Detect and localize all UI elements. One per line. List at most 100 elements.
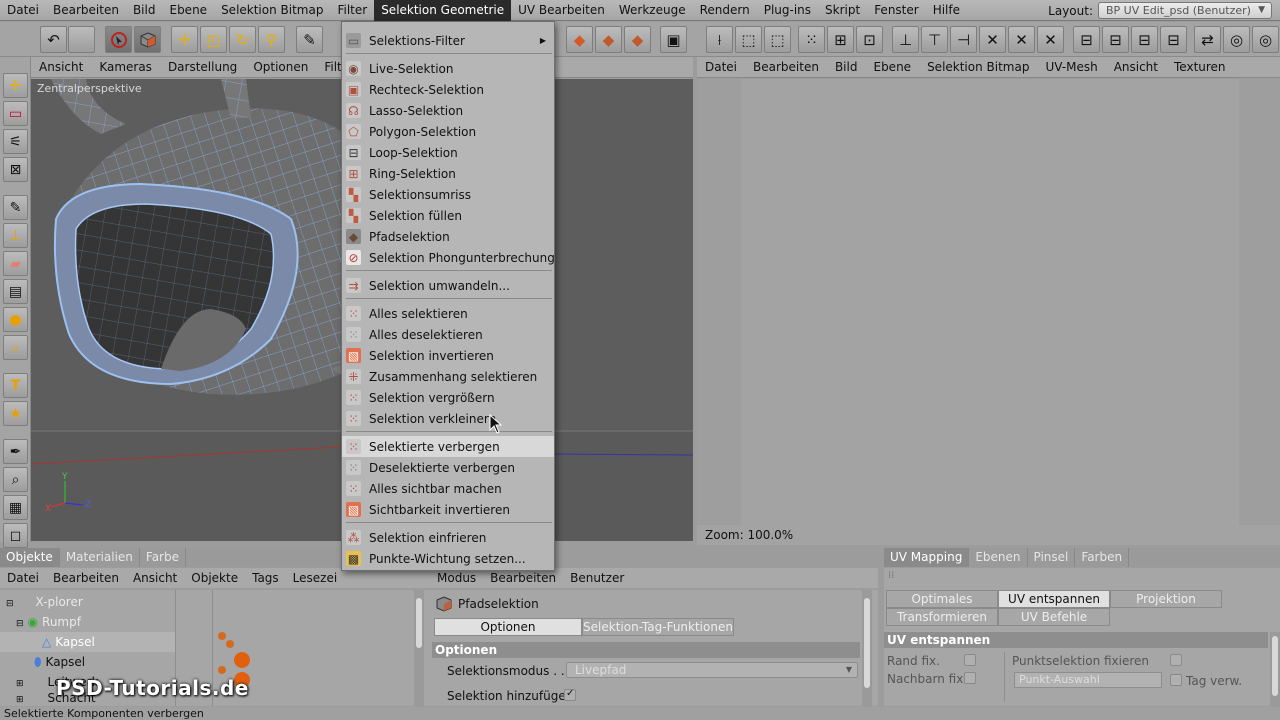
menu-plug-ins[interactable]: Plug-ins bbox=[757, 0, 818, 21]
tab-materialien[interactable]: Materialien bbox=[60, 548, 140, 567]
menu-item-selektionsumriss[interactable]: ▚ Selektionsumriss bbox=[342, 184, 554, 205]
add-selection-checkbox[interactable]: ✓ bbox=[564, 688, 576, 701]
rand-fix-checkbox[interactable] bbox=[964, 654, 976, 666]
uv-menu-selektion-bitmap[interactable]: Selektion Bitmap bbox=[919, 60, 1037, 74]
rect-select-tool-icon[interactable]: ▭ bbox=[3, 101, 28, 126]
uv-tool-2-icon[interactable]: ⬚ bbox=[735, 26, 762, 53]
uv-tool-4-icon[interactable]: ⁙ bbox=[798, 26, 825, 53]
undo-icon[interactable]: ↶ bbox=[40, 26, 67, 53]
menu-uv-bearbeiten[interactable]: UV Bearbeiten bbox=[511, 0, 612, 21]
tab-farbe[interactable]: Farbe bbox=[140, 548, 186, 567]
objects-menu-bearbeiten[interactable]: Bearbeiten bbox=[46, 571, 126, 585]
align-5-icon[interactable]: ✕ bbox=[1008, 26, 1035, 53]
transform-button[interactable]: Transformieren bbox=[886, 608, 998, 626]
menu-item-selektion-vergroessern[interactable]: ⁙ Selektion vergrößern bbox=[342, 387, 554, 408]
scrollbar-thumb[interactable] bbox=[416, 598, 422, 648]
projection-button[interactable]: Projektion bbox=[1110, 590, 1222, 608]
uv-menu-uv-mesh[interactable]: UV-Mesh bbox=[1037, 60, 1105, 74]
rotate-icon[interactable]: ↻ bbox=[229, 26, 256, 53]
uv-mapping-scrollbar[interactable] bbox=[1270, 632, 1280, 706]
points-mode-icon[interactable]: ◆ bbox=[595, 26, 622, 53]
objects-menu-tags[interactable]: Tags bbox=[245, 571, 286, 585]
menu-item-selektion-phongunterbrechung[interactable]: ⊘ Selektion Phongunterbrechung bbox=[342, 247, 555, 268]
uv-menu-texturen[interactable]: Texturen bbox=[1166, 60, 1234, 74]
uv-canvas[interactable] bbox=[697, 79, 1280, 525]
menu-item-alles-sichtbar-machen[interactable]: ⁙ Alles sichtbar machen bbox=[342, 478, 554, 499]
menu-skript[interactable]: Skript bbox=[818, 0, 867, 21]
menu-fenster[interactable]: Fenster bbox=[867, 0, 926, 21]
menu-item-alles-deselektieren[interactable]: ⁙ Alles deselektieren bbox=[342, 324, 554, 345]
select-arrow-icon[interactable] bbox=[105, 26, 132, 53]
uv-mode-icon[interactable]: ▣ bbox=[660, 26, 687, 53]
menu-datei[interactable]: Datei bbox=[0, 0, 46, 21]
objects-scrollbar[interactable] bbox=[414, 590, 424, 706]
scrollbar-thumb[interactable] bbox=[1272, 636, 1278, 696]
object-row-kapsel-child[interactable]: △ Kapsel bbox=[0, 632, 175, 652]
tab-objekte[interactable]: Objekte bbox=[0, 548, 60, 567]
menu-selektion-bitmap[interactable]: Selektion Bitmap bbox=[214, 0, 330, 21]
sphere-2-icon[interactable]: ◎ bbox=[1252, 26, 1279, 53]
objects-menu-objekte[interactable]: Objekte bbox=[184, 571, 245, 585]
menu-bearbeiten[interactable]: Bearbeiten bbox=[46, 0, 126, 21]
move-icon[interactable]: ✛ bbox=[171, 26, 198, 53]
menu-item-selektion-invertieren[interactable]: ▧ Selektion invertieren bbox=[342, 345, 554, 366]
menu-item-live-selektion[interactable]: ◉ Live-Selektion bbox=[342, 58, 554, 79]
uv-relax-button[interactable]: UV entspannen bbox=[998, 590, 1110, 608]
viewport-menu-darstellung[interactable]: Darstellung bbox=[160, 60, 245, 74]
scale-icon[interactable]: ◰ bbox=[200, 26, 227, 53]
expand-icon[interactable]: ⊞ bbox=[16, 679, 24, 689]
text-tool-icon[interactable]: T bbox=[3, 373, 28, 398]
punkt-auswahl-field[interactable]: Punkt-Auswahl bbox=[1014, 672, 1162, 688]
uv-menu-ansicht[interactable]: Ansicht bbox=[1106, 60, 1166, 74]
mirror-2-icon[interactable]: ⊟ bbox=[1102, 26, 1129, 53]
uv-menu-bild[interactable]: Bild bbox=[827, 60, 866, 74]
drop-icon[interactable]: ● bbox=[3, 307, 28, 332]
star-tool-icon[interactable]: ★ bbox=[3, 401, 28, 426]
align-4-icon[interactable]: ✕ bbox=[979, 26, 1006, 53]
zoom-tool-icon[interactable]: ⌕ bbox=[3, 335, 28, 360]
uv-menu-bearbeiten[interactable]: Bearbeiten bbox=[745, 60, 827, 74]
move-tool-icon[interactable]: ✛ bbox=[3, 73, 28, 98]
menu-item-ring-selektion[interactable]: ⊞ Ring-Selektion bbox=[342, 163, 554, 184]
align-1-icon[interactable]: ⊥ bbox=[892, 26, 919, 53]
tab-pinsel[interactable]: Pinsel bbox=[1028, 548, 1076, 567]
edges-mode-icon[interactable]: ◆ bbox=[624, 26, 651, 53]
uv-tool-1-icon[interactable]: ⟊ bbox=[706, 26, 733, 53]
menu-rendern[interactable]: Rendern bbox=[693, 0, 757, 21]
scrollbar-thumb[interactable] bbox=[864, 598, 870, 688]
swap-icon[interactable]: ⇄ bbox=[1194, 26, 1221, 53]
tab-selektion-tag-funktionen[interactable]: Selektion-Tag-Funktionen bbox=[582, 618, 734, 636]
menu-item-deselektierte-verbergen[interactable]: ⁙ Deselektierte verbergen bbox=[342, 457, 554, 478]
cube-mode-icon[interactable] bbox=[134, 26, 161, 53]
menu-selektion-geometrie[interactable]: Selektion Geometrie bbox=[374, 0, 512, 21]
menu-item-selektion-verkleinern[interactable]: ⁙ Selektion verkleinern bbox=[342, 408, 554, 429]
object-row-kapsel[interactable]: ⬮ Kapsel bbox=[0, 652, 175, 672]
extra-tool-icon[interactable]: ◻ bbox=[3, 523, 28, 548]
menu-hilfe[interactable]: Hilfe bbox=[926, 0, 967, 21]
tab-farben[interactable]: Farben bbox=[1075, 548, 1130, 567]
punkt-fix-checkbox[interactable] bbox=[1170, 654, 1182, 666]
viewport-menu-ansicht[interactable]: Ansicht bbox=[31, 60, 91, 74]
layer-tool-icon[interactable]: ▦ bbox=[3, 495, 28, 520]
menu-item-zusammenhang-selektieren[interactable]: ⁜ Zusammenhang selektieren bbox=[342, 366, 554, 387]
uv-commands-button[interactable]: UV Befehle bbox=[998, 608, 1110, 626]
mirror-1-icon[interactable]: ⊟ bbox=[1073, 26, 1100, 53]
menu-item-rechteck-selektion[interactable]: ▣ Rechteck-Selektion bbox=[342, 79, 554, 100]
menu-item-punkte-wichtung-setzen[interactable]: ▩ Punkte-Wichtung setzen... bbox=[342, 548, 554, 569]
objects-menu-lesezei[interactable]: Lesezei bbox=[286, 571, 345, 585]
sphere-icon[interactable]: ◎ bbox=[1223, 26, 1250, 53]
viewport-menu-optionen[interactable]: Optionen bbox=[245, 60, 316, 74]
menu-item-selektion-fuellen[interactable]: ▚ Selektion füllen bbox=[342, 205, 554, 226]
attributes-scrollbar[interactable] bbox=[862, 590, 872, 706]
align-3-icon[interactable]: ⊣ bbox=[950, 26, 977, 53]
menu-ebene[interactable]: Ebene bbox=[162, 0, 214, 21]
menu-item-alles-selektieren[interactable]: ⁙ Alles selektieren bbox=[342, 303, 554, 324]
tab-optionen[interactable]: Optionen bbox=[434, 618, 582, 636]
attributes-menu-bearbeiten[interactable]: Bearbeiten bbox=[483, 571, 563, 585]
tab-ebenen[interactable]: Ebenen bbox=[969, 548, 1028, 567]
expand-icon[interactable]: ⊞ bbox=[16, 695, 24, 705]
menu-item-sichtbarkeit-invertieren[interactable]: ▧ Sichtbarkeit invertieren bbox=[342, 499, 554, 520]
magic-wand-icon[interactable]: ⚟ bbox=[3, 129, 28, 154]
menu-filter[interactable]: Filter bbox=[330, 0, 374, 21]
objects-menu-datei[interactable]: Datei bbox=[0, 571, 46, 585]
